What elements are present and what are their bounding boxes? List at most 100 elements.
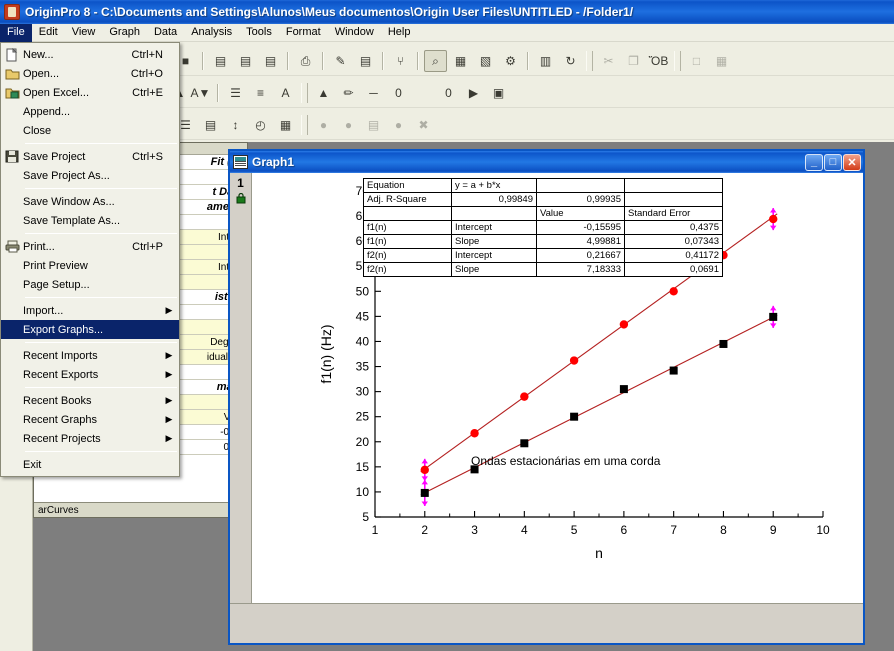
menu-help[interactable]: Help <box>381 24 418 42</box>
fit-statistics-table[interactable]: Equation y = a + b*x Adj. R-Square 0,99849 0… <box>363 178 723 277</box>
data-point[interactable] <box>619 385 628 394</box>
menu-edit[interactable]: Edit <box>32 24 65 42</box>
results-log-button[interactable]: ▧ <box>474 50 497 72</box>
line-width-button[interactable]: ≡ <box>249 82 272 104</box>
file-menu-item-save-project-as[interactable]: Save Project As... <box>1 166 179 185</box>
file-menu-item-close[interactable]: Close <box>1 121 179 140</box>
menu-item-no-icon <box>1 167 23 184</box>
menu-data[interactable]: Data <box>147 24 184 42</box>
menu-view[interactable]: View <box>65 24 103 42</box>
data-point[interactable] <box>769 312 778 321</box>
import-multiple-ascii-button[interactable]: ▤ <box>259 50 282 72</box>
font-color-button[interactable]: A <box>274 82 297 104</box>
data-point[interactable] <box>470 429 479 438</box>
toolbar-grip[interactable] <box>301 114 308 135</box>
file-menu-item-print-preview[interactable]: Print Preview <box>1 256 179 275</box>
data-point[interactable] <box>420 488 429 497</box>
import-multiple-ascii-icon: ▤ <box>264 53 277 68</box>
data-point[interactable] <box>420 465 429 475</box>
project-explorer-button[interactable]: ⚙ <box>499 50 522 72</box>
zoom-in-button[interactable]: ⌕ <box>424 49 447 72</box>
rescale-button[interactable]: ▥ <box>534 50 557 72</box>
file-menu-item-new[interactable]: New... Ctrl+N <box>1 45 179 64</box>
fill-color-button[interactable]: ▲ <box>312 82 335 104</box>
object-edit-button[interactable]: ▣ <box>487 82 510 104</box>
file-menu-popup[interactable]: New... Ctrl+N Open... Ctrl+O Open Excel... Ct… <box>0 42 180 477</box>
graph1-window[interactable]: Graph1 _ □ ✕ 1 1 2 3 4 5 6 7 8 9 10 5 10… <box>228 149 865 645</box>
graph1-maximize-button[interactable]: □ <box>824 153 842 171</box>
paste-button[interactable]: ὌB <box>647 50 670 72</box>
plot-annotation-text[interactable]: Ondas estacionárias em uma corda <box>471 454 660 468</box>
data-point[interactable] <box>569 356 579 365</box>
file-menu-item-save-project[interactable]: Save Project Ctrl+S <box>1 147 179 166</box>
toolbar-grip[interactable] <box>674 50 681 71</box>
arrow-style-button[interactable]: ▶ <box>462 82 485 104</box>
toolbar-grip[interactable] <box>586 50 593 71</box>
graph1-page[interactable]: 12345678910510152025303540455055606570nf… <box>252 173 863 623</box>
file-menu-item-recent-books[interactable]: Recent Books ▶ <box>1 391 179 410</box>
data-point[interactable] <box>669 287 678 296</box>
menu-format[interactable]: Format <box>279 24 328 42</box>
file-menu-item-page-setup[interactable]: Page Setup... <box>1 275 179 294</box>
file-menu-item-open-excel[interactable]: Open Excel... Ctrl+E <box>1 83 179 102</box>
toolbar-separator <box>417 51 419 70</box>
print-button[interactable]: ⎙ <box>294 50 317 72</box>
background-sheet-tab[interactable]: arCurves <box>34 502 247 517</box>
import-wizard-button[interactable]: ▤ <box>209 50 232 72</box>
data-point[interactable] <box>669 366 678 375</box>
toolbar-grip[interactable] <box>301 82 308 103</box>
menu-tools[interactable]: Tools <box>239 24 279 42</box>
layer-number-label[interactable]: 1 <box>230 173 251 190</box>
scale-in-button[interactable]: ↕ <box>224 114 247 136</box>
menu-file[interactable]: File <box>0 23 32 42</box>
import-single-ascii-button[interactable]: ▤ <box>234 50 257 72</box>
file-menu-item-open[interactable]: Open... Ctrl+O <box>1 64 179 83</box>
file-menu-item-import[interactable]: Import... ▶ <box>1 301 179 320</box>
file-menu-item-save-window-as[interactable]: Save Window As... <box>1 192 179 211</box>
line-width-icon: ≡ <box>256 85 264 100</box>
series-f1(n)[interactable] <box>420 305 778 506</box>
fit-stats-cell: -0,15595 <box>536 220 625 235</box>
add-table-icon: ▤ <box>359 53 372 68</box>
graph1-close-button[interactable]: ✕ <box>843 153 861 171</box>
pattern-width-combo[interactable]: 0 <box>437 82 460 104</box>
file-menu-item-label: Recent Imports <box>23 349 98 362</box>
file-menu-item-print[interactable]: Print... Ctrl+P <box>1 237 179 256</box>
worksheet-button[interactable]: ▦ <box>449 50 472 72</box>
file-menu-item-recent-exports[interactable]: Recent Exports ▶ <box>1 365 179 384</box>
menu-graph[interactable]: Graph <box>102 24 147 42</box>
add-grid-button[interactable]: ▦ <box>274 114 297 136</box>
graph1-layer-gutter[interactable]: 1 <box>230 173 252 623</box>
file-menu-item-save-template-as[interactable]: Save Template As... <box>1 211 179 230</box>
file-menu-item-export-graphs[interactable]: Export Graphs... <box>1 320 179 339</box>
menu-window[interactable]: Window <box>328 24 381 42</box>
refresh-button[interactable]: ↻ <box>559 50 582 72</box>
menu-analysis[interactable]: Analysis <box>184 24 239 42</box>
fit-stats-cell: Intercept <box>451 220 537 235</box>
file-menu-item-recent-imports[interactable]: Recent Imports ▶ <box>1 346 179 365</box>
file-menu-item-exit[interactable]: Exit <box>1 455 179 474</box>
file-menu-item-append[interactable]: Append... <box>1 102 179 121</box>
line-preview-combo[interactable]: ─ <box>362 82 385 104</box>
fill-preview-combo[interactable] <box>412 82 435 104</box>
data-point[interactable] <box>570 412 579 421</box>
data-point[interactable] <box>719 339 728 348</box>
pattern-color-button[interactable]: ✏ <box>337 82 360 104</box>
menu-separator <box>25 233 177 234</box>
line-style-button[interactable]: ☰ <box>224 82 247 104</box>
graph1-minimize-button[interactable]: _ <box>805 153 823 171</box>
layer-management-button[interactable]: ⑂ <box>389 50 412 72</box>
file-menu-item-recent-projects[interactable]: Recent Projects ▶ <box>1 429 179 448</box>
update-legend-button[interactable]: ◴ <box>249 114 272 136</box>
graph1-title-bar[interactable]: Graph1 _ □ ✕ <box>230 151 863 173</box>
legend-button[interactable]: ▤ <box>199 114 222 136</box>
data-point[interactable] <box>769 214 778 224</box>
data-point[interactable] <box>520 392 529 401</box>
add-text-button[interactable]: ✎ <box>329 50 352 72</box>
add-table-button[interactable]: ▤ <box>354 50 377 72</box>
decrease-font-button[interactable]: A▼ <box>189 82 212 104</box>
line-width-combo[interactable]: 0 <box>387 82 410 104</box>
file-menu-item-recent-graphs[interactable]: Recent Graphs ▶ <box>1 410 179 429</box>
data-point[interactable] <box>520 439 529 448</box>
data-point[interactable] <box>619 320 629 329</box>
